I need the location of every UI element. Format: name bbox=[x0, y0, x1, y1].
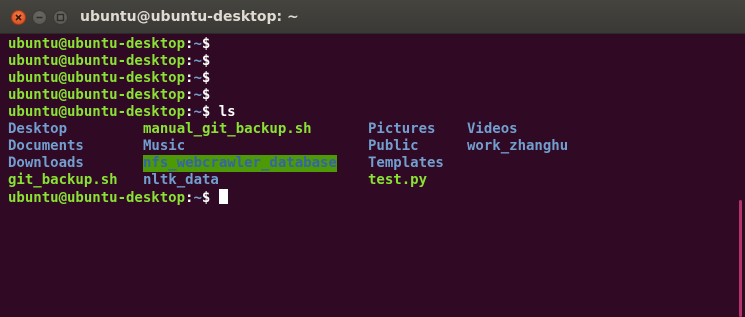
scrollbar[interactable] bbox=[736, 34, 745, 317]
prompt-user-host: ubuntu@ubuntu-desktop bbox=[8, 36, 186, 52]
prompt-dollar: $ bbox=[201, 87, 211, 103]
prompt-user-host: ubuntu@ubuntu-desktop bbox=[8, 87, 186, 103]
listing-entry-directory: Pictures bbox=[368, 121, 436, 137]
window-title: ubuntu@ubuntu-desktop: ~ bbox=[80, 9, 299, 25]
listing-row: Desktop manual_git_backup.sh Pictures Vi… bbox=[8, 121, 734, 138]
prompt-path: ~ bbox=[193, 190, 202, 206]
listing-row: Documents Music Public work_zhanghu bbox=[8, 138, 734, 155]
scrollbar-thumb[interactable] bbox=[739, 200, 742, 317]
listing-entry-executable: git_backup.sh bbox=[8, 172, 118, 188]
listing-entry-directory: Documents bbox=[8, 138, 84, 154]
prompt-dollar: $ bbox=[201, 36, 211, 52]
minimize-icon bbox=[36, 16, 43, 19]
listing-entry-executable: test.py bbox=[368, 172, 428, 188]
prompt-line: ubuntu@ubuntu-desktop:~$ bbox=[8, 87, 734, 104]
title-bar[interactable]: ubuntu@ubuntu-desktop: ~ bbox=[0, 0, 745, 34]
active-prompt-line[interactable]: ubuntu@ubuntu-desktop:~$ bbox=[8, 189, 734, 206]
listing-entry-highlighted-directory: nfs_webcrawler_database bbox=[143, 155, 337, 172]
maximize-button[interactable] bbox=[53, 10, 68, 25]
listing-entry-directory: work_zhanghu bbox=[467, 138, 569, 154]
terminal-window: ubuntu@ubuntu-desktop: ~ ubuntu@ubuntu-d… bbox=[0, 0, 745, 317]
close-icon bbox=[15, 14, 22, 21]
prompt-path: ~ bbox=[193, 104, 202, 120]
prompt-user-host: ubuntu@ubuntu-desktop bbox=[8, 190, 186, 206]
listing-entry-directory: Desktop bbox=[8, 121, 68, 137]
text-cursor bbox=[218, 189, 228, 204]
command-text: ls bbox=[210, 104, 236, 120]
listing-entry-directory: Music bbox=[143, 138, 186, 154]
prompt-dollar: $ bbox=[201, 53, 211, 69]
prompt-line: ubuntu@ubuntu-desktop:~$ bbox=[8, 70, 734, 87]
prompt-user-host: ubuntu@ubuntu-desktop bbox=[8, 70, 186, 86]
prompt-path: ~ bbox=[193, 36, 202, 52]
minimize-button[interactable] bbox=[32, 10, 47, 25]
prompt-path: ~ bbox=[193, 53, 202, 69]
prompt-path: ~ bbox=[193, 70, 202, 86]
prompt-user-host: ubuntu@ubuntu-desktop bbox=[8, 104, 186, 120]
prompt-line: ubuntu@ubuntu-desktop:~$ bbox=[8, 36, 734, 53]
listing-row: Downloads nfs_webcrawler_database Templa… bbox=[8, 155, 734, 172]
prompt-user-host: ubuntu@ubuntu-desktop bbox=[8, 53, 186, 69]
listing-entry-executable: manual_git_backup.sh bbox=[143, 121, 312, 137]
close-button[interactable] bbox=[11, 10, 26, 25]
listing-entry-directory: nltk_data bbox=[143, 172, 219, 188]
listing-row: git_backup.sh nltk_data test.py bbox=[8, 172, 734, 189]
listing-entry-directory: Videos bbox=[467, 121, 518, 137]
command-line-ls: ubuntu@ubuntu-desktop:~$ ls bbox=[8, 104, 734, 121]
listing-entry-directory: Downloads bbox=[8, 155, 84, 171]
prompt-dollar: $ bbox=[201, 70, 211, 86]
prompt-path: ~ bbox=[193, 87, 202, 103]
listing-entry-directory: Templates bbox=[368, 155, 444, 171]
prompt-line: ubuntu@ubuntu-desktop:~$ bbox=[8, 53, 734, 70]
maximize-icon bbox=[56, 13, 65, 22]
terminal-output[interactable]: ubuntu@ubuntu-desktop:~$ ubuntu@ubuntu-d… bbox=[8, 36, 734, 317]
listing-entry-directory: Public bbox=[368, 138, 419, 154]
